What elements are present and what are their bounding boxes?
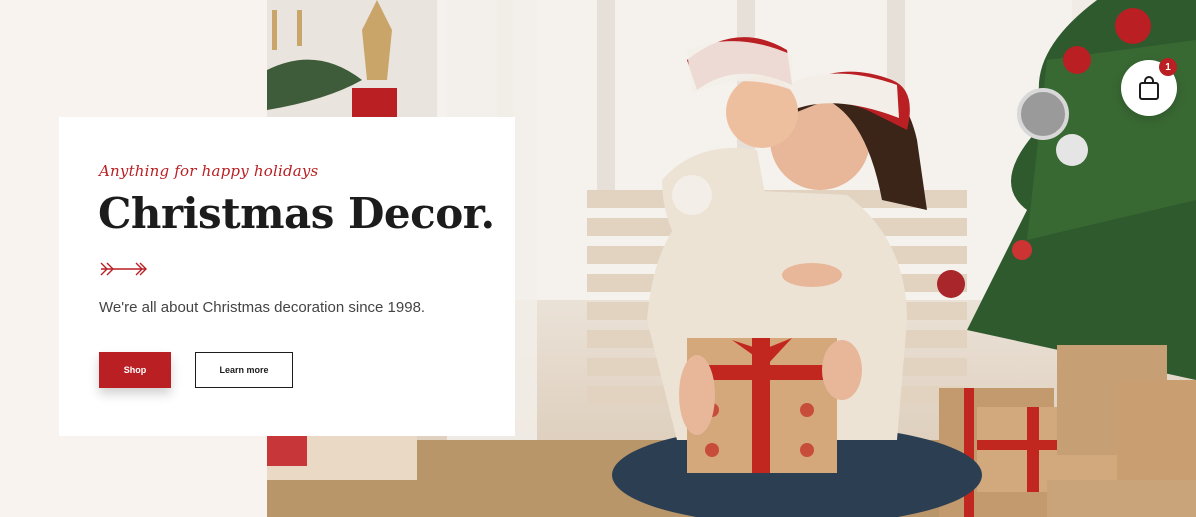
hero-card: Anything for happy holidays Christmas De…: [59, 117, 515, 436]
hero-subtitle: We're all about Christmas decoration sin…: [99, 299, 426, 316]
hero-title: Christmas Decor.: [98, 189, 495, 238]
shopping-bag-icon: [1139, 76, 1159, 100]
learn-more-button[interactable]: Learn more: [195, 352, 293, 388]
cart-count-badge: 1: [1159, 58, 1177, 76]
hero-tagline: Anything for happy holidays: [99, 162, 319, 180]
shop-button[interactable]: Shop: [99, 352, 171, 388]
arrow-divider-icon: [100, 262, 147, 276]
cart-button[interactable]: 1: [1121, 58, 1177, 116]
